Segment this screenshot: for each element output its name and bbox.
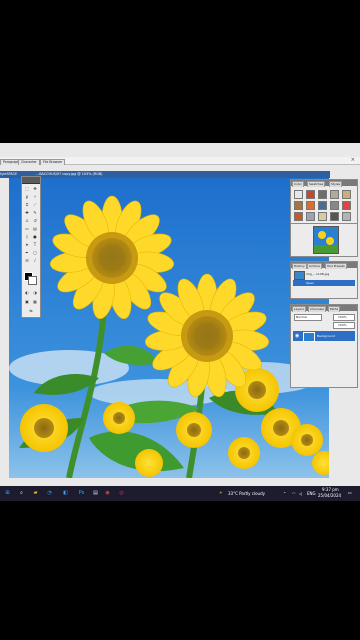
tab-tool-presets[interactable]: Tool Presets xyxy=(325,263,347,269)
tab-history[interactable]: History xyxy=(292,263,307,269)
store-icon[interactable]: ◧ xyxy=(62,490,69,497)
style-swatch[interactable] xyxy=(330,212,339,221)
tab-channels[interactable]: Channels xyxy=(308,306,326,312)
left-title-text: tyleSPACE xyxy=(0,172,18,176)
windows-start-icon[interactable]: ⊞ xyxy=(4,490,11,497)
style-swatch[interactable] xyxy=(306,190,315,199)
lasso-tool-icon[interactable]: ρ xyxy=(24,194,30,200)
tab-character[interactable]: Character xyxy=(18,159,40,165)
tab-actions[interactable]: Actions xyxy=(307,263,322,269)
quick-mask-mode-icon[interactable]: ◑ xyxy=(32,290,38,296)
weather-text[interactable]: 33°C Partly cloudy xyxy=(228,491,265,496)
opacity-field[interactable]: 100% xyxy=(333,314,355,321)
volume-icon[interactable]: ◁ xyxy=(299,491,302,496)
notes-tool-icon[interactable]: ✉ xyxy=(24,258,30,264)
notification-icon[interactable]: ▭ xyxy=(348,490,352,495)
style-swatch[interactable] xyxy=(294,190,303,199)
styles-panel-header: Color Swatches Styles xyxy=(291,180,357,187)
crop-tool-icon[interactable]: ⌗ xyxy=(24,202,30,208)
wifi-icon[interactable]: ◠ xyxy=(292,491,296,496)
toolbox-header[interactable] xyxy=(22,177,40,184)
style-swatch[interactable] xyxy=(306,212,315,221)
tab-paths[interactable]: Paths xyxy=(328,306,341,312)
tab-styles[interactable]: Styles xyxy=(329,181,343,187)
edge-icon[interactable]: ◔ xyxy=(46,490,53,497)
clock-date[interactable]: 25/04/2024 xyxy=(318,493,341,498)
photoshop-window: × Paragraph Character File Browser tyleS… xyxy=(0,143,360,501)
style-swatch[interactable] xyxy=(342,212,351,221)
history-panel-header: History Actions Tool Presets xyxy=(291,262,357,269)
dodge-tool-icon[interactable]: ● xyxy=(32,234,38,240)
gradient-tool-icon[interactable]: ▤ xyxy=(32,226,38,232)
history-snapshot-label[interactable]: img_...1108.jpg xyxy=(306,272,329,276)
tab-layers[interactable]: Layers xyxy=(292,306,306,312)
photoshop-icon[interactable]: Ps xyxy=(78,490,85,497)
blur-tool-icon[interactable]: ◊ xyxy=(24,234,30,240)
style-swatch[interactable] xyxy=(330,201,339,210)
move-tool-icon[interactable]: ✥ xyxy=(32,186,38,192)
eyedropper-tool-icon[interactable]: ⁄ xyxy=(32,258,38,264)
slice-tool-icon[interactable]: ⟋ xyxy=(32,202,38,208)
file-explorer-icon[interactable]: ▰ xyxy=(32,490,39,497)
pen-tool-icon[interactable]: ✒ xyxy=(24,250,30,256)
marquee-tool-icon[interactable]: ⬚ xyxy=(24,186,30,192)
eye-icon[interactable]: ◉ xyxy=(295,333,299,339)
healing-brush-icon[interactable]: ✚ xyxy=(24,210,30,216)
document-title: ...BACCHUS/07 copy.jpg @ 103% (RGB) xyxy=(36,172,103,176)
layer-name: Background xyxy=(317,334,335,338)
history-item-label: Open xyxy=(306,281,315,285)
type-tool-icon[interactable]: T xyxy=(32,242,38,248)
tab-color[interactable]: Color xyxy=(292,181,304,187)
toolbox: ⬚ ✥ ρ ✧ ⌗ ⟋ ✚ ✎ ♙ ↺ ▭ ▤ ◊ ● ➤ T ✒ ▢ ✉ ⁄ … xyxy=(21,176,41,318)
full-screen-mode-icon[interactable]: ▦ xyxy=(32,299,38,305)
search-icon[interactable]: ⌕ xyxy=(18,490,25,497)
layer-thumbnail xyxy=(303,332,315,342)
style-swatch[interactable] xyxy=(318,201,327,210)
eraser-tool-icon[interactable]: ▭ xyxy=(24,226,30,232)
history-brush-icon[interactable]: ↺ xyxy=(32,218,38,224)
camera-icon[interactable]: ◎ xyxy=(118,490,125,497)
sunflower-image xyxy=(9,178,329,478)
tray-chevron-icon[interactable]: ⌃ xyxy=(283,491,286,496)
background-color[interactable] xyxy=(28,276,37,285)
screen-mode-icon[interactable]: ▣ xyxy=(24,299,30,305)
navigator-panel xyxy=(290,223,358,257)
style-swatch[interactable] xyxy=(318,212,327,221)
blend-mode-select[interactable]: Normal xyxy=(294,314,322,321)
history-item-open[interactable] xyxy=(293,280,355,286)
style-swatch[interactable] xyxy=(306,201,315,210)
history-snapshot-thumbnail[interactable] xyxy=(294,271,305,280)
jump-to-imageready-icon[interactable]: ⇆ xyxy=(28,308,34,314)
windows-taskbar: ⊞ ⌕ ▰ ◔ ◧ Ps ▤ ◉ ◎ ☀ 33°C Partly cloudy … xyxy=(0,486,360,501)
close-icon[interactable]: × xyxy=(351,157,355,164)
stamp-tool-icon[interactable]: ♙ xyxy=(24,218,30,224)
styles-panel: Color Swatches Styles xyxy=(290,179,358,225)
language-indicator[interactable]: ENG xyxy=(307,491,316,496)
path-selection-icon[interactable]: ➤ xyxy=(24,242,30,248)
navigator-thumbnail[interactable] xyxy=(313,226,339,254)
tab-file-browser[interactable]: File Browser xyxy=(40,159,66,165)
chrome-icon[interactable]: ◉ xyxy=(104,490,111,497)
quick-mask-icon[interactable]: ◐ xyxy=(24,290,30,296)
style-swatch[interactable] xyxy=(330,190,339,199)
style-swatch[interactable] xyxy=(342,190,351,199)
style-swatch[interactable] xyxy=(294,212,303,221)
clock-time[interactable]: 9:37 pm xyxy=(322,487,339,492)
layers-panel: Layers Channels Paths Normal 100% 100% ◉… xyxy=(290,304,358,388)
brush-tool-icon[interactable]: ✎ xyxy=(32,210,38,216)
style-swatch[interactable] xyxy=(318,190,327,199)
weather-icon[interactable]: ☀ xyxy=(219,490,223,495)
style-swatch[interactable] xyxy=(342,201,351,210)
app-icon[interactable]: ▤ xyxy=(92,490,99,497)
shape-tool-icon[interactable]: ▢ xyxy=(32,250,38,256)
fill-field[interactable]: 100% xyxy=(333,322,355,329)
style-swatch[interactable] xyxy=(294,201,303,210)
magic-wand-tool-icon[interactable]: ✧ xyxy=(32,194,38,200)
tab-swatches[interactable]: Swatches xyxy=(307,181,326,187)
layers-panel-header: Layers Channels Paths xyxy=(291,305,357,312)
image-canvas[interactable] xyxy=(9,178,329,478)
history-panel: History Actions Tool Presets img_...1108… xyxy=(290,261,358,299)
